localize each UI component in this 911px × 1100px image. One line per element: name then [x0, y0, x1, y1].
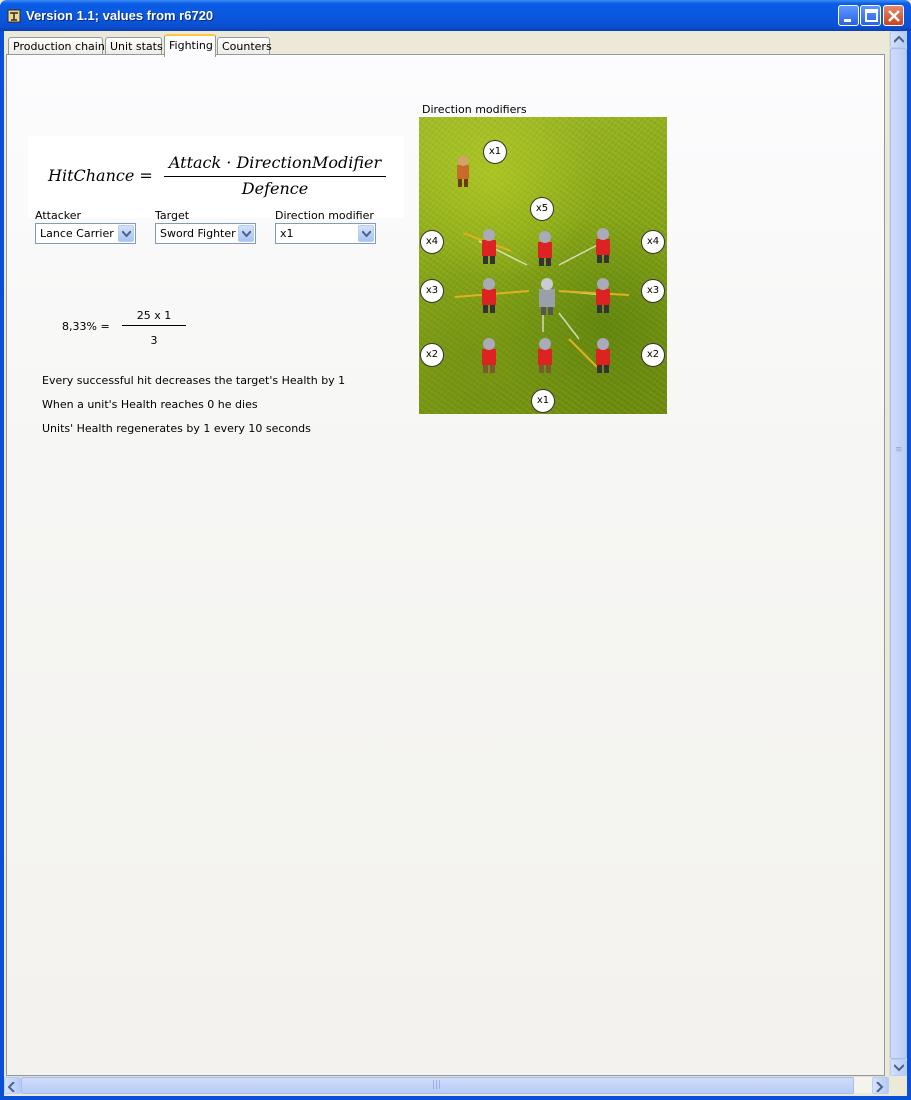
- direction-badge: x2: [641, 343, 665, 367]
- chevron-down-icon: [362, 231, 371, 237]
- direction-modifier-value: x1: [280, 227, 294, 240]
- attacker-dropdown-button[interactable]: [118, 225, 134, 242]
- direction-modifiers-image: x1 x5 x4 x4 x3 x3 x2 x2 x1: [419, 117, 667, 414]
- title-bar[interactable]: Version 1.1; values from r6720: [0, 0, 911, 31]
- maximize-button[interactable]: [860, 5, 881, 26]
- direction-badge: x3: [641, 279, 665, 303]
- chevron-left-icon: [8, 1082, 15, 1092]
- hit-chance-result: 8,33% =: [62, 320, 110, 333]
- info-line: Units' Health regenerates by 1 every 10 …: [42, 422, 311, 435]
- calc-numerator: 25 x 1: [136, 309, 172, 322]
- chevron-right-icon: [876, 1082, 884, 1092]
- target-value: Sword Fighter: [160, 227, 236, 240]
- scroll-right-button[interactable]: [872, 1077, 889, 1094]
- chevron-down-icon: [894, 1064, 904, 1072]
- scroll-left-button[interactable]: [4, 1077, 21, 1094]
- grip-icon: |||: [432, 1080, 442, 1090]
- target-label: Target: [155, 209, 190, 222]
- close-button[interactable]: [883, 5, 904, 26]
- close-icon: [888, 10, 900, 22]
- horizontal-scroll-thumb[interactable]: |||: [21, 1077, 854, 1094]
- attacker-select[interactable]: Lance Carrier: [35, 223, 136, 244]
- info-line: When a unit's Health reaches 0 he dies: [42, 398, 258, 411]
- hit-chance-formula: HitChance = Attack · DirectionModifier D…: [28, 136, 404, 218]
- chevron-down-icon: [122, 231, 131, 237]
- chevron-down-icon: [242, 231, 251, 237]
- direction-modifier-select[interactable]: x1: [275, 223, 376, 244]
- target-select[interactable]: Sword Fighter: [155, 223, 256, 244]
- direction-modifier-label: Direction modifier: [275, 209, 374, 222]
- chevron-up-icon: [894, 36, 904, 43]
- fighting-panel: HitChance = Attack · DirectionModifier D…: [6, 54, 885, 1076]
- info-line: Every successful hit decreases the targe…: [42, 374, 346, 387]
- direction-badge: x5: [530, 197, 554, 221]
- tab-fighting[interactable]: Fighting: [164, 34, 216, 57]
- maximize-icon: [865, 9, 878, 22]
- scroll-up-button[interactable]: [890, 31, 907, 48]
- formula-fraction-bar: [164, 176, 386, 177]
- attacker-label: Attacker: [35, 209, 82, 222]
- app-icon: [7, 9, 21, 23]
- calc-fraction-bar: [122, 325, 186, 326]
- app-window: Version 1.1; values from r6720 Productio…: [0, 0, 911, 1100]
- direction-badge: x1: [531, 389, 555, 413]
- calc-denominator: 3: [150, 334, 158, 347]
- window-title: Version 1.1; values from r6720: [26, 8, 214, 23]
- direction-dropdown-button[interactable]: [358, 225, 374, 242]
- client-area: Production chains Unit stats Fighting Co…: [4, 31, 907, 1096]
- direction-badge: x3: [420, 279, 444, 303]
- formula-numerator: Attack · DirectionModifier: [168, 153, 382, 172]
- vertical-scroll-thumb[interactable]: ≡: [890, 48, 907, 1059]
- minimize-button[interactable]: [838, 5, 859, 26]
- direction-badge: x2: [420, 343, 444, 367]
- target-dropdown-button[interactable]: [238, 225, 254, 242]
- direction-badge: x1: [483, 140, 507, 164]
- vertical-scrollbar[interactable]: ≡: [889, 31, 907, 1076]
- minimize-icon: [844, 19, 851, 22]
- direction-badge: x4: [641, 230, 665, 254]
- direction-badge: x4: [420, 230, 444, 254]
- scroll-down-button[interactable]: [890, 1059, 907, 1076]
- soldiers-illustration: [454, 156, 630, 373]
- formula-denominator: Defence: [241, 179, 309, 198]
- grip-icon: ≡: [895, 445, 903, 455]
- soldier-figures: [457, 156, 610, 373]
- horizontal-scrollbar[interactable]: |||: [4, 1076, 889, 1094]
- formula-lhs: HitChance =: [48, 166, 153, 185]
- direction-modifiers-title: Direction modifiers: [422, 103, 527, 116]
- attacker-value: Lance Carrier: [40, 227, 114, 240]
